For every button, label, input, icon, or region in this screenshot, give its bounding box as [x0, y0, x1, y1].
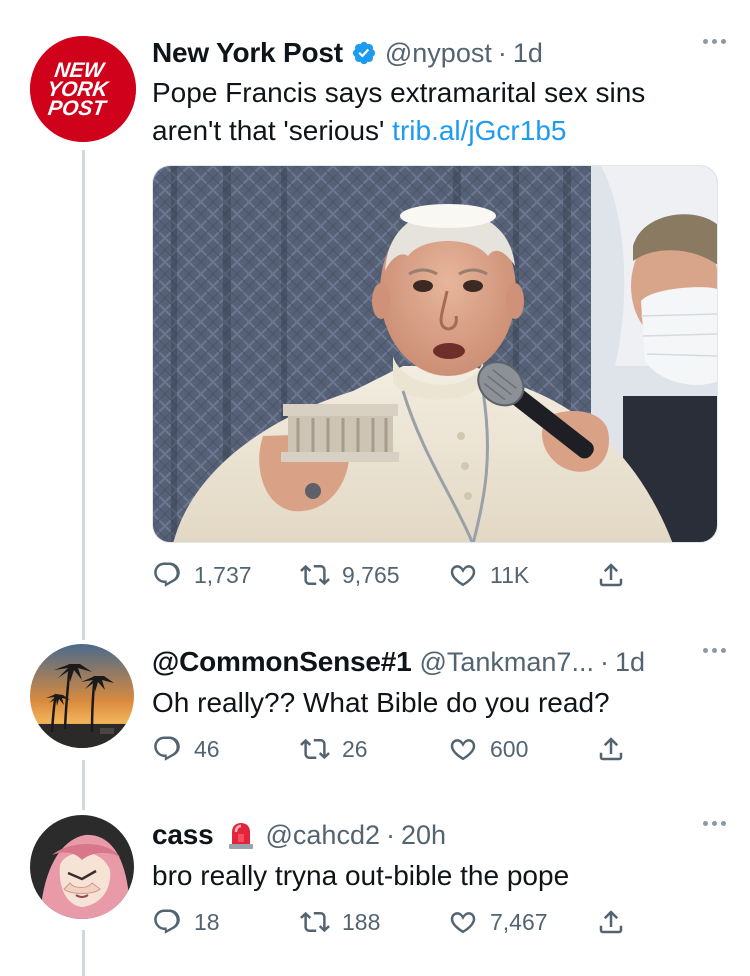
like-button[interactable]: 7,467: [448, 907, 548, 937]
tweet-actions: 1,737 9,765 11K: [152, 560, 642, 594]
tweet-text: bro really tryna out-bible the pope: [152, 860, 570, 891]
retweet-count: 9,765: [342, 561, 400, 588]
retweet-icon: [300, 734, 330, 764]
like-count: 11K: [490, 561, 530, 588]
like-count: 600: [490, 735, 529, 762]
heart-icon: [448, 734, 478, 764]
more-options-icon[interactable]: [703, 39, 726, 44]
tweet-reply-cass[interactable]: cass @cahcd2 · 20h bro really tryna out-…: [0, 805, 750, 976]
reply-icon: [152, 734, 182, 764]
share-icon: [596, 907, 626, 937]
more-options-icon[interactable]: [703, 648, 726, 653]
handle[interactable]: @Tankman7...: [419, 647, 594, 678]
reply-count: 46: [194, 735, 220, 762]
reply-button[interactable]: 18: [152, 907, 220, 937]
tweet-header: cass @cahcd2 · 20h: [152, 815, 726, 855]
heart-icon: [448, 560, 478, 590]
separator-dot: ·: [599, 646, 609, 677]
display-name[interactable]: @CommonSense#1: [152, 646, 412, 678]
share-button[interactable]: [596, 734, 626, 764]
tweet-nypost[interactable]: NEW YORK POST New York Post @nypost · 1d…: [0, 0, 750, 620]
retweet-icon: [300, 907, 330, 937]
share-button[interactable]: [596, 560, 626, 590]
reply-count: 1,737: [194, 561, 252, 588]
timestamp[interactable]: 1d: [513, 38, 543, 69]
separator-dot: ·: [497, 37, 507, 68]
retweet-icon: [300, 560, 330, 590]
more-options-icon[interactable]: [703, 821, 726, 826]
nypost-logo: NEW YORK POST: [30, 36, 136, 142]
tweet-actions: 46 26 600: [152, 734, 642, 768]
retweet-count: 188: [342, 908, 381, 935]
handle[interactable]: @nypost: [385, 38, 492, 69]
reply-button[interactable]: 1,737: [152, 560, 252, 590]
display-name[interactable]: New York Post: [152, 37, 343, 69]
avatar-nypost[interactable]: NEW YORK POST: [30, 36, 136, 142]
reply-button[interactable]: 46: [152, 734, 220, 764]
pope-photo: [153, 166, 717, 542]
tweet-text: Pope Francis says extramarital sex sins …: [152, 74, 726, 150]
reply-icon: [152, 560, 182, 590]
verified-badge-icon: [352, 41, 375, 65]
share-button[interactable]: [596, 907, 626, 937]
retweet-count: 26: [342, 735, 368, 762]
heart-icon: [448, 907, 478, 937]
timestamp[interactable]: 20h: [401, 820, 446, 851]
tweet-reply-commonsense[interactable]: @CommonSense#1 @Tankman7... · 1d Oh real…: [0, 630, 750, 800]
tweet-text-line1: Pope Francis says extramarital sex sins: [152, 77, 646, 108]
avatar-cass[interactable]: [30, 815, 134, 919]
tweet-media-photo[interactable]: [152, 165, 718, 543]
tweet-actions: 18 188 7,467: [152, 907, 642, 941]
retweet-button[interactable]: 26: [300, 734, 368, 764]
like-count: 7,467: [490, 908, 548, 935]
separator-dot: ·: [385, 819, 395, 850]
tweet-link[interactable]: trib.al/jGcr1b5: [392, 115, 566, 146]
logo-text-post: POST: [47, 97, 109, 120]
tweet-text: Oh really?? What Bible do you read?: [152, 687, 610, 718]
anime-avatar: [30, 815, 134, 919]
display-name[interactable]: cass: [152, 819, 214, 851]
share-icon: [596, 560, 626, 590]
avatar-commonsense[interactable]: [30, 644, 134, 748]
retweet-button[interactable]: 9,765: [300, 560, 400, 590]
timestamp[interactable]: 1d: [615, 647, 645, 678]
like-button[interactable]: 600: [448, 734, 528, 764]
siren-emoji-icon: [228, 823, 253, 849]
reply-count: 18: [194, 908, 220, 935]
like-button[interactable]: 11K: [448, 560, 529, 590]
tweet-text-line2: aren't that 'serious': [152, 115, 385, 146]
tweet-header: New York Post @nypost · 1d: [152, 33, 726, 73]
palm-sunset-avatar: [30, 644, 134, 748]
share-icon: [596, 734, 626, 764]
handle[interactable]: @cahcd2: [266, 820, 380, 851]
tweet-header: @CommonSense#1 @Tankman7... · 1d: [152, 642, 726, 682]
retweet-button[interactable]: 188: [300, 907, 380, 937]
reply-icon: [152, 907, 182, 937]
